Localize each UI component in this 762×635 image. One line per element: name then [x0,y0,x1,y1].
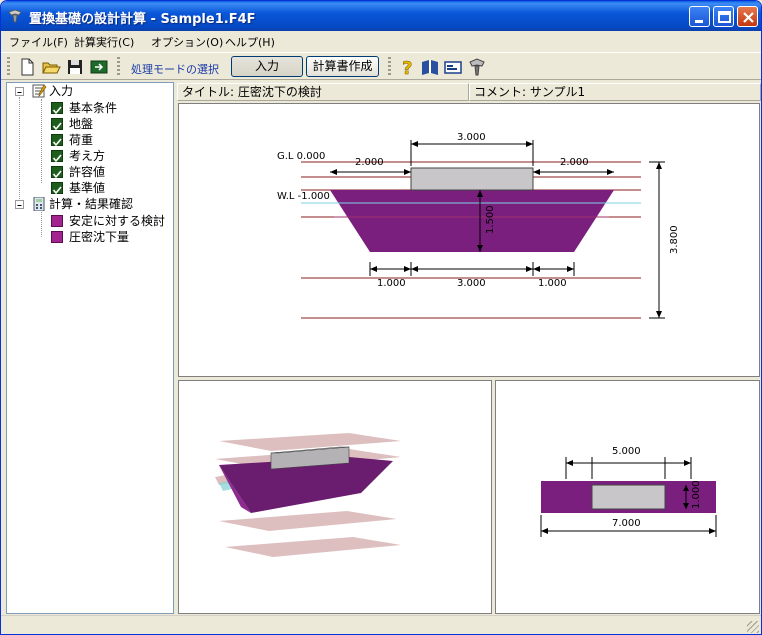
mode-select-label: 処理モードの選択 [131,63,219,76]
menu-bar: ファイル(F) 計算実行(C) オプション(O) ヘルプ(H) [1,31,761,51]
left-ext-label: 2.000 [355,157,384,168]
tree-root-calc-label: 計算・結果確認 [49,197,134,211]
tree-item-basic-conditions[interactable]: 基本条件 [51,100,171,116]
tree-item-label: 基本条件 [69,101,118,115]
gl-label: G.L 0.000 [277,151,325,162]
footing-block [410,167,534,191]
bottom-mid-label: 3.000 [457,278,486,289]
tree-item-label: 安定に対する検討 [69,214,166,228]
tree-item-label: 荷重 [69,133,94,147]
close-button[interactable] [737,6,758,27]
3d-drawing [215,433,401,557]
tree-root-input-label: 入力 [49,84,74,98]
info-bar: タイトル: 圧密沈下の検討 コメント: サンプル1 [177,82,761,102]
svg-text:?: ? [402,58,412,77]
title-field: タイトル: 圧密沈下の検討 [177,83,469,101]
open-folder-icon[interactable] [41,57,61,77]
notebook-icon [32,84,47,98]
tree-connector [19,97,20,207]
minimize-icon [695,20,703,23]
main-window: 置換基礎の設計計算 - Sample1.F4F ファイル(F) 計算実行(C) … [0,0,762,635]
depth-label: 1.500 [485,205,496,234]
calculator-icon [33,197,45,211]
help-icon[interactable]: ? [397,57,417,77]
export-icon[interactable] [89,57,109,77]
report-create-button[interactable]: 計算書作成 [306,56,379,77]
tree-item-approach[interactable]: 考え方 [51,148,171,164]
minus-icon [17,205,22,206]
input-mode-button[interactable]: 入力 [231,56,303,77]
result-icon [51,215,63,227]
toolbar-grip[interactable] [7,57,10,76]
tree-item-label: 基準値 [69,181,106,195]
toolbar-grip[interactable] [388,57,391,76]
layer-plane [219,511,397,531]
total-depth-label: 3.800 [669,225,680,254]
book-icon[interactable] [420,57,440,77]
replacement-fill [330,190,614,252]
tree-item-allowable[interactable]: 許容値 [51,164,171,180]
title-bar[interactable]: 置換基礎の設計計算 - Sample1.F4F [1,1,761,31]
tree-item-label: 圧密沈下量 [69,230,130,244]
card-icon[interactable] [443,57,463,77]
toolbar-grip[interactable] [117,57,120,76]
status-bar [1,615,761,634]
tree-item-standard[interactable]: 基準値 [51,180,171,196]
tree-item-stability-check[interactable]: 安定に対する検討 [51,213,173,229]
plan-width-top-label: 5.000 [612,446,641,457]
tree-item-label: 許容値 [69,165,106,179]
minus-icon [17,92,22,93]
checked-icon [51,134,63,147]
tree-item-ground[interactable]: 地盤 [51,116,171,132]
toolbar: 処理モードの選択 入力 計算書作成 ? [1,52,761,80]
tree-item-label: 考え方 [69,149,106,163]
window-title: 置換基礎の設計計算 - Sample1.F4F [29,12,256,27]
tree-item-load[interactable]: 荷重 [51,132,171,148]
close-icon [743,12,754,23]
checked-icon [51,150,63,163]
tree-connector [41,212,42,237]
save-disk-icon[interactable] [65,57,85,77]
3d-view[interactable] [178,380,492,614]
plan-view[interactable]: 5.000 1.000 7.000 [495,380,760,614]
app-icon [8,9,22,23]
tree-root-calc[interactable]: 計算・結果確認 [31,196,171,212]
layer-plane [219,433,401,451]
plan-height-label: 1.000 [691,480,702,509]
tool-icon[interactable] [467,57,487,77]
section-drawing: 3.000 2.000 2.000 G.L 0.000 W.L -1.000 1… [277,132,680,319]
menu-file[interactable]: ファイル(F) [9,34,68,50]
checked-icon [51,118,63,131]
layer-plane [225,537,401,557]
plan-width-total-label: 7.000 [612,518,641,529]
bottom-left-label: 1.000 [377,278,406,289]
new-file-icon[interactable] [17,57,37,77]
tree-item-consolidation[interactable]: 圧密沈下量 [51,229,173,245]
maximize-button[interactable] [713,6,734,27]
plan-drawing: 5.000 1.000 7.000 [540,446,717,537]
maximize-icon [718,11,731,23]
checked-icon [51,166,63,179]
result-icon [51,231,63,243]
collapse-input-toggle[interactable] [15,87,24,96]
tree-item-label: 地盤 [69,117,94,131]
right-ext-label: 2.000 [560,157,589,168]
minimize-button[interactable] [689,6,710,27]
resize-grip[interactable] [747,621,759,633]
tree-root-input[interactable]: 入力 [31,83,151,99]
tree-connector [41,99,42,183]
menu-help[interactable]: ヘルプ(H) [225,34,275,50]
comment-field: コメント: サンプル1 [469,83,761,101]
bottom-right-label: 1.000 [538,278,567,289]
collapse-calc-toggle[interactable] [15,200,24,209]
menu-calculate[interactable]: 計算実行(C) [74,34,134,50]
menu-options[interactable]: オプション(O) [151,34,223,50]
top-width-label: 3.000 [457,132,486,143]
navigation-tree: 入力 基本条件 地盤 荷重 考え方 許容値 基準値 計算・結果確認 安定に対する… [6,82,174,614]
plan-footing [591,484,666,510]
section-view[interactable]: 3.000 2.000 2.000 G.L 0.000 W.L -1.000 1… [178,103,760,377]
checked-icon [51,182,63,195]
wl-label: W.L -1.000 [277,191,330,202]
checked-icon [51,102,63,115]
